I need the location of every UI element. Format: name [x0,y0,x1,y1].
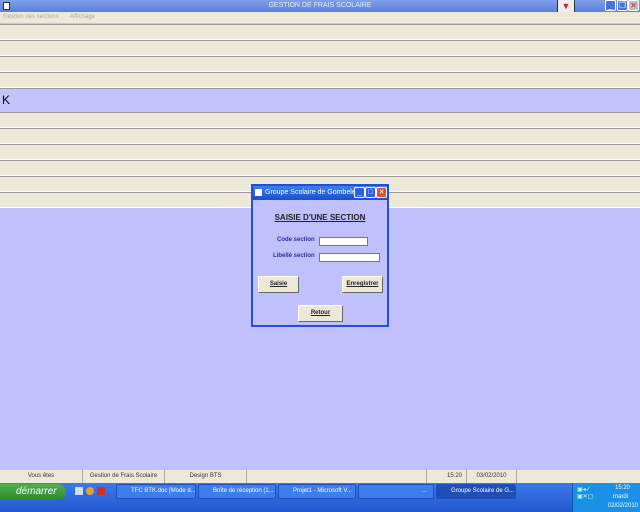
status-user: Vous êtes [0,470,83,483]
grid-row[interactable] [0,24,640,40]
libelle-section-input[interactable] [319,253,380,262]
grid-row[interactable] [0,72,640,88]
task-other[interactable]: ... [358,484,434,499]
alert-arrow-icon[interactable]: ▼ [557,0,575,12]
grid-row[interactable] [0,160,640,176]
dialog-close-button[interactable]: ✕ [376,187,387,198]
grid-row[interactable] [0,144,640,160]
dialog-title: Groupe Scolaire de Gombele [265,189,356,196]
dialog-heading: SAISIE D'UNE SECTION [274,213,366,222]
app-title: GESTION DE FRAIS SCOLAIRE [268,2,372,9]
task-word[interactable]: TFC BTK.doc [Mode d... [116,484,196,499]
minimize-button[interactable]: _ [605,0,616,11]
restore-button[interactable]: ❐ [617,0,628,11]
retour-button[interactable]: Retour [298,305,343,322]
dialog-title-bar: Groupe Scolaire de Gombele _ □ ✕ [253,186,387,200]
enregistrer-button[interactable]: Enregistrer [342,276,383,293]
status-empty [247,470,427,483]
taskbar: démarrer TFC BTK.doc [Mode d... Boîte de… [0,483,640,512]
tray-day: mardi [612,494,628,500]
dialog-maximize-button[interactable]: □ [365,187,376,198]
grid-row[interactable] [0,128,640,144]
menu-gestion[interactable]: Gestion des sections [3,14,59,20]
saisie-button[interactable]: Saisie [258,276,299,293]
grid-row[interactable] [0,56,640,72]
menu-affichage[interactable]: Affichage [70,14,95,20]
status-design: Design BTS [165,470,247,483]
chrome-icon[interactable] [86,487,94,495]
close-button[interactable]: ✕ [628,0,639,11]
status-app: Gestion de Frais Scolaire [83,470,165,483]
tray-date: 02/02/2010 [607,503,638,509]
system-tray: ▣◂✓ ▣✕▢ 15:20 mardi 02/02/2010 [572,483,640,512]
libelle-section-label: Libellé section [273,253,315,259]
status-time: 15:20 [427,470,467,483]
show-desktop-icon[interactable] [75,487,83,495]
section-dialog: Groupe Scolaire de Gombele _ □ ✕ SAISIE … [251,184,389,327]
tray-clock[interactable]: 15:20 [615,485,630,491]
app-icon [3,2,10,10]
menu-bar: Gestion des sections Affichage [0,12,640,23]
code-section-input[interactable] [319,237,368,246]
code-section-label: Code section [277,237,315,243]
tray-icons[interactable]: ▣◂✓ ▣✕▢ [577,486,599,508]
app-title-bar: GESTION DE FRAIS SCOLAIRE ▼ _ ❐ ✕ [0,0,640,12]
grid-row-selected[interactable]: K [0,88,640,112]
task-mail[interactable]: Boîte de réception (1... [198,484,276,499]
start-button[interactable]: démarrer [0,484,66,500]
status-bar: Vous êtes Gestion de Frais Scolaire Desi… [0,470,640,483]
app-quicklaunch-icon[interactable] [97,487,105,495]
task-vb[interactable]: Projet1 - Microsoft V... [278,484,356,499]
dialog-icon [255,189,262,196]
task-groupe-scolaire[interactable]: Groupe Scolaire de G... [436,484,516,499]
grid-row[interactable] [0,40,640,56]
dialog-minimize-button[interactable]: _ [354,187,365,198]
grid-row[interactable] [0,112,640,128]
status-date: 03/02/2010 [467,470,517,483]
